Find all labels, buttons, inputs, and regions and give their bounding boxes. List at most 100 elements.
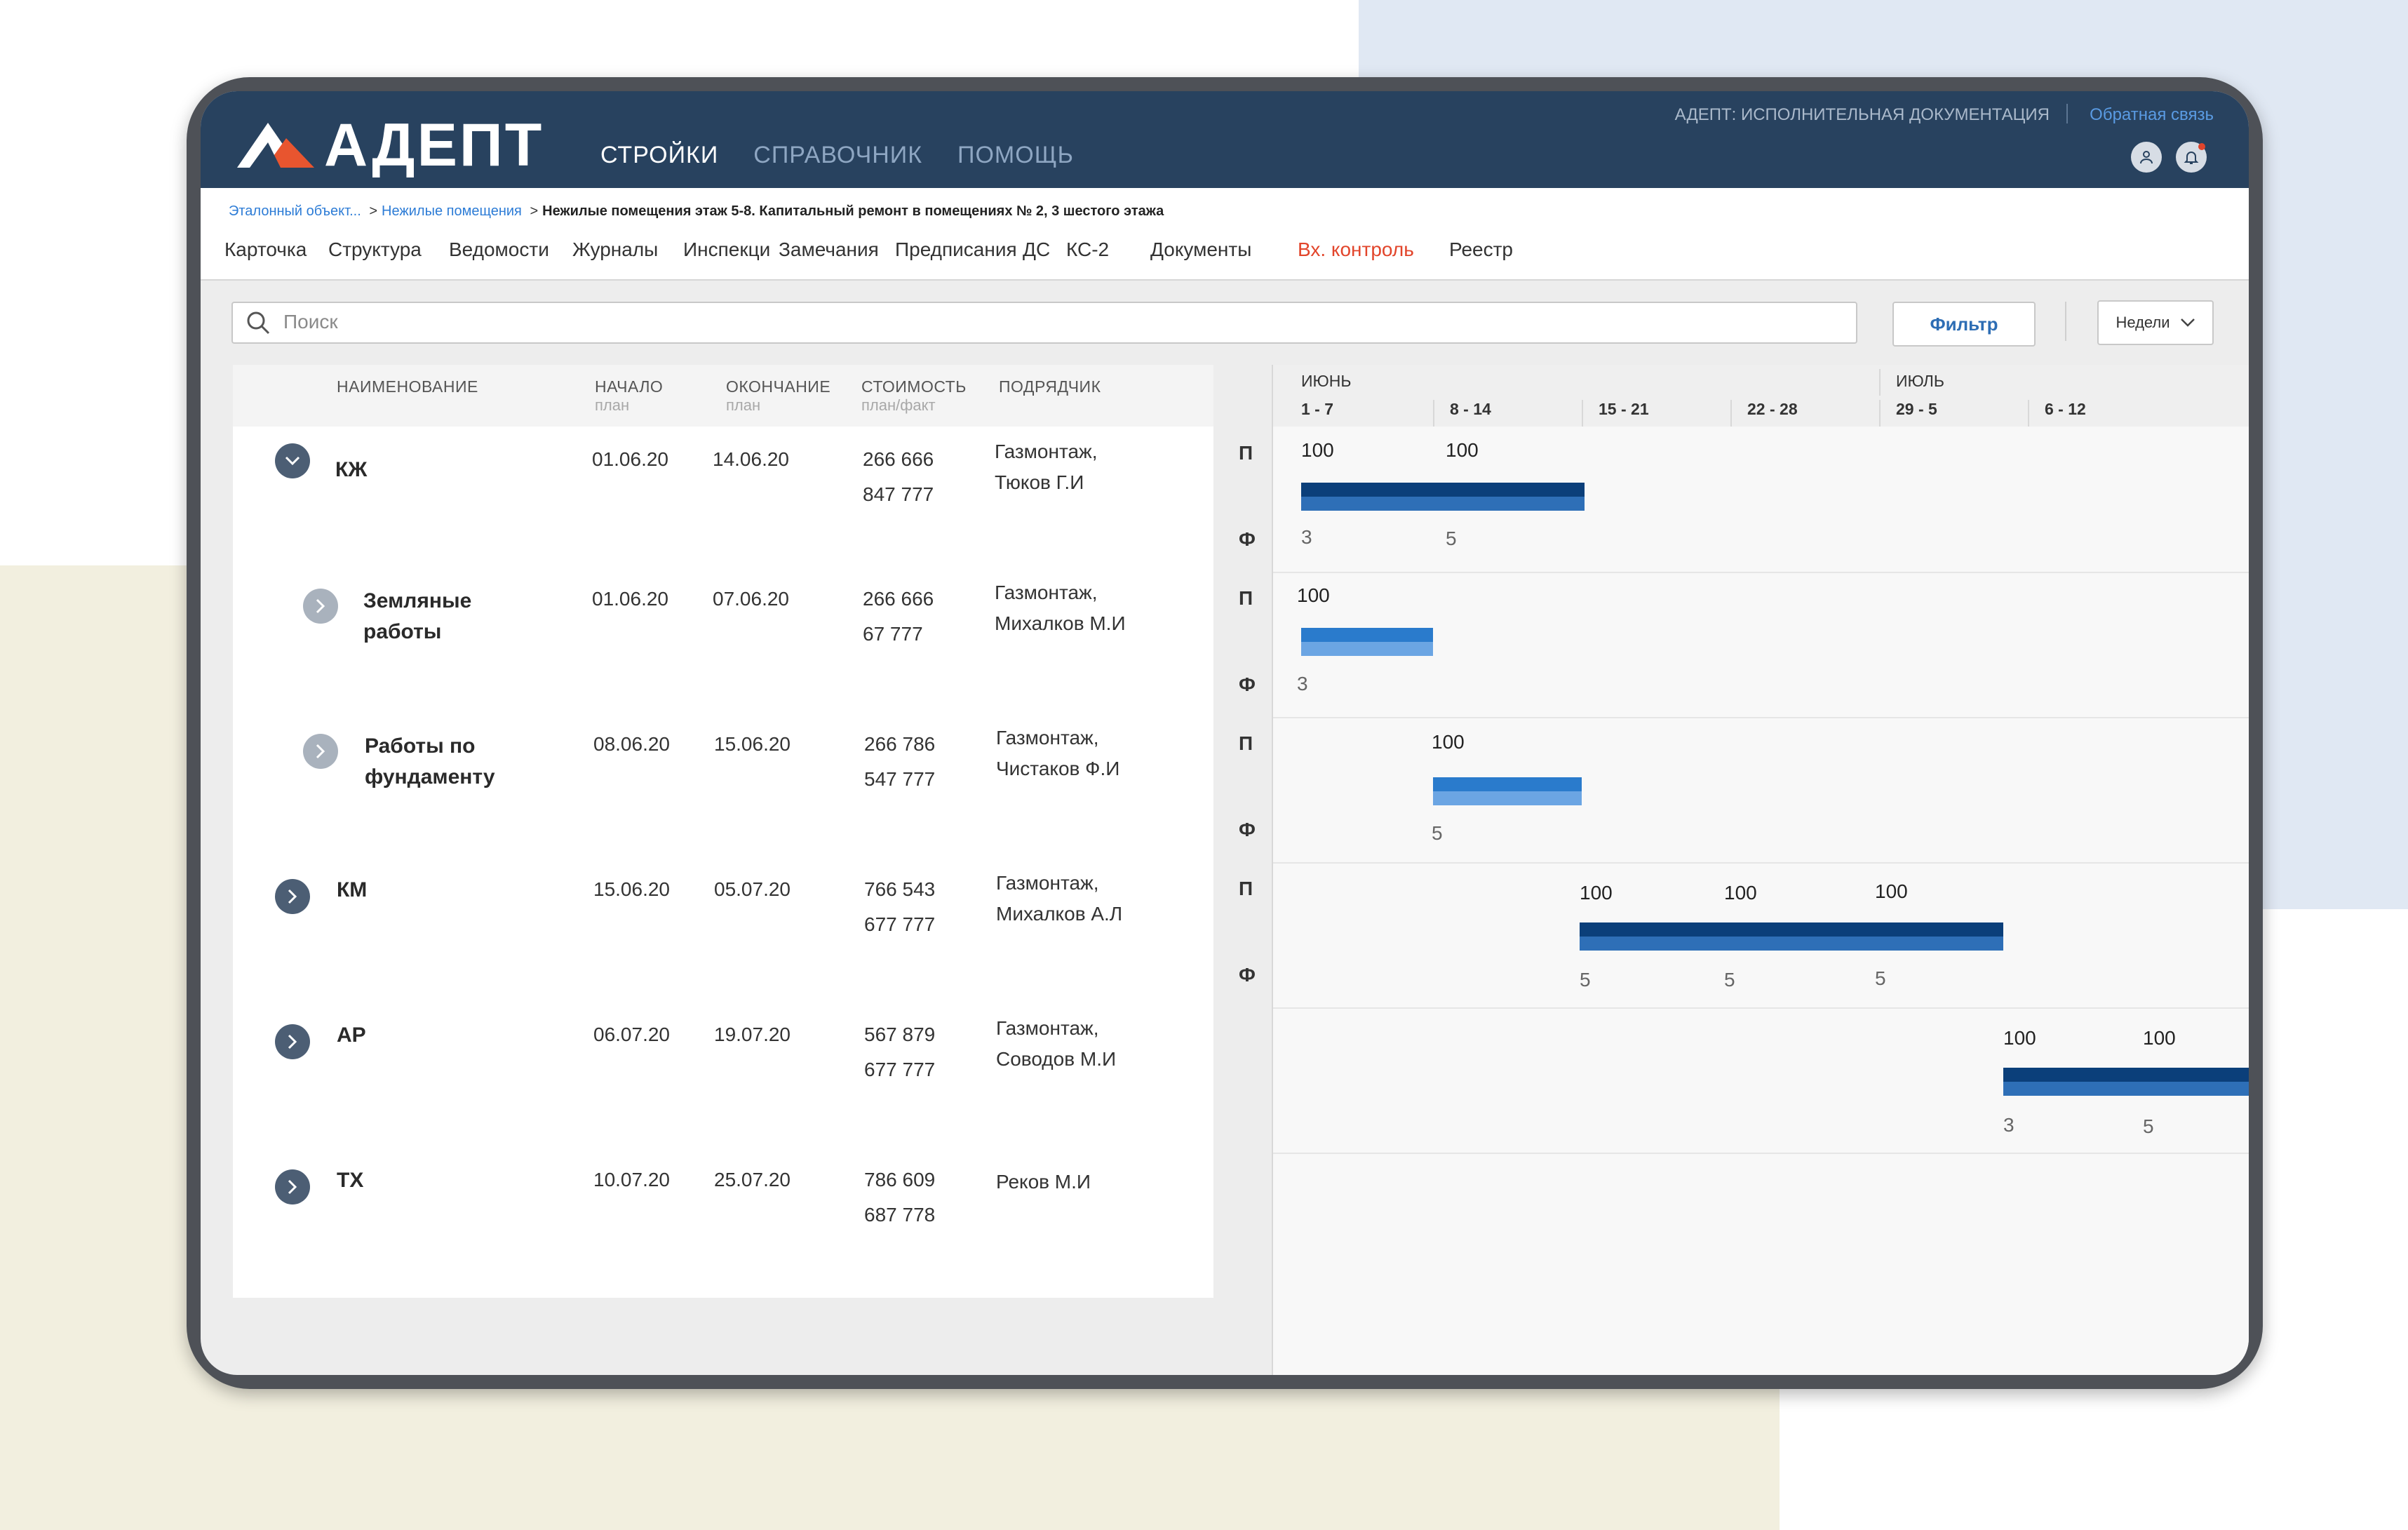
bell-icon[interactable] [2176, 142, 2207, 173]
collapse-toggle[interactable] [275, 443, 310, 478]
period-select[interactable]: Недели [2097, 300, 2214, 345]
tab-zhurnaly[interactable]: Журналы [572, 239, 658, 261]
expand-toggle[interactable] [303, 734, 338, 769]
plan-value: 100 [2143, 1027, 2176, 1049]
column-header-end-sub: план [726, 396, 761, 414]
breadcrumb-item-object[interactable]: Эталонный объект... [229, 203, 361, 219]
gantt-row: 100 100 100 5 5 5 [1273, 862, 2249, 1009]
row-name: Работы по фундаменту [365, 731, 495, 793]
gantt-row: 100 100 3 5 [1273, 1007, 2249, 1154]
gantt-bar[interactable] [1301, 483, 1585, 511]
works-table: НАИМЕНОВАНИЕ НАЧАЛО план ОКОНЧАНИЕ план СТ… [233, 365, 1213, 1298]
fact-label: Ф [1239, 964, 1256, 986]
row-contractor-company: Газмонтаж, [996, 872, 1099, 894]
table-row[interactable]: КЖ 01.06.20 14.06.20 266 666 847 777 Газ… [233, 427, 1213, 573]
row-name: КЖ [335, 455, 367, 485]
gantt-bar[interactable] [2003, 1068, 2249, 1096]
nav-spravochnik[interactable]: СПРАВОЧНИК [753, 142, 922, 169]
plan-value: 100 [1724, 882, 1757, 904]
tab-kartochka[interactable]: Карточка [224, 239, 307, 261]
row-cost-fact: 547 777 [864, 768, 936, 790]
tab-struktura[interactable]: Структура [328, 239, 422, 261]
app-screen: АДЕПТ СТРОЙКИ СПРАВОЧНИК ПОМОЩЬ АДЕПТ: И… [201, 91, 2249, 1375]
tab-dokumenty[interactable]: Документы [1150, 239, 1251, 261]
expand-toggle[interactable] [275, 879, 310, 914]
row-name-line-1: КЖ [335, 458, 368, 481]
nav-stroyki[interactable]: СТРОЙКИ [600, 142, 718, 169]
plan-value: 100 [1432, 731, 1465, 753]
tab-zamechaniya[interactable]: Замечания [779, 239, 879, 261]
logo[interactable]: АДЕПТ [237, 112, 544, 179]
column-header-name[interactable]: НАИМЕНОВАНИЕ [337, 377, 478, 396]
gantt-header: ИЮНЬ ИЮЛЬ 1 - 7 8 - 14 15 - 21 22 - 28 2… [1273, 365, 2249, 427]
table-row[interactable]: ТХ 10.07.20 25.07.20 786 609 687 778 Рек… [233, 1153, 1213, 1298]
filter-button[interactable]: Фильтр [1892, 302, 2036, 347]
tab-reestr[interactable]: Реестр [1449, 239, 1513, 261]
breadcrumb: Эталонный объект... > Нежилые помещения >… [229, 203, 1164, 220]
breadcrumb-separator: > [530, 203, 539, 219]
column-header-end-label: ОКОНЧАНИЕ [726, 377, 831, 396]
row-contractor-company: Газмонтаж, [995, 582, 1098, 603]
expand-toggle[interactable] [303, 589, 338, 624]
week-label: 29 - 5 [1896, 400, 1937, 418]
plan-value: 100 [1875, 880, 1908, 902]
row-cost-fact: 847 777 [863, 483, 934, 505]
gantt-bar[interactable] [1580, 922, 2003, 951]
feedback-link[interactable]: Обратная связь [2090, 105, 2214, 125]
row-end-date: 05.07.20 [714, 878, 791, 900]
week-separator [1879, 400, 1881, 427]
gantt-bar[interactable] [1433, 777, 1582, 805]
search-box [231, 302, 1857, 344]
row-contractor-person: Чистаков Ф.И [996, 758, 1120, 779]
gantt-bar[interactable] [1301, 628, 1433, 656]
row-cost-plan: 786 609 [864, 1169, 936, 1190]
breadcrumb-separator: > [369, 203, 378, 219]
chevron-right-icon [288, 889, 297, 904]
tab-vedomosti[interactable]: Ведомости [449, 239, 549, 261]
expand-toggle[interactable] [275, 1024, 310, 1059]
column-header-contractor[interactable]: ПОДРЯДЧИК [999, 377, 1101, 396]
fact-label: Ф [1239, 528, 1256, 550]
table-row[interactable]: Земляные работы 01.06.20 07.06.20 266 666… [233, 572, 1213, 718]
week-separator [1433, 400, 1434, 427]
table-row[interactable]: КМ 15.06.20 05.07.20 766 543 677 777 Газ… [233, 862, 1213, 1009]
row-contractor-person: Михалков А.Л [996, 903, 1123, 925]
tab-ds[interactable]: ДС [1023, 239, 1050, 261]
column-header-start-sub: план [595, 396, 630, 414]
table-row[interactable]: Работы по фундаменту 08.06.20 15.06.20 26… [233, 717, 1213, 864]
row-cost-plan: 266 666 [863, 588, 934, 610]
plan-label: П [1239, 878, 1253, 899]
tab-ks2[interactable]: КС-2 [1066, 239, 1109, 261]
header-divider [2066, 104, 2068, 123]
row-name-line-1: АР [337, 1024, 366, 1047]
fact-label: Ф [1239, 673, 1256, 695]
chevron-right-icon [316, 598, 325, 614]
expand-toggle[interactable] [275, 1169, 310, 1204]
breadcrumb-item-premises[interactable]: Нежилые помещения [382, 203, 522, 219]
plan-fact-labels: П Ф П Ф П Ф П Ф [1213, 365, 1270, 1375]
week-separator [2028, 400, 2029, 427]
column-header-end[interactable]: ОКОНЧАНИЕ план [726, 377, 830, 415]
tab-inspekcii[interactable]: Инспекци [683, 239, 770, 261]
column-header-cost[interactable]: СТОИМОСТЬ план/факт [861, 377, 967, 415]
nav-pomosch[interactable]: ПОМОЩЬ [957, 142, 1074, 169]
week-label: 8 - 14 [1450, 400, 1491, 418]
month-separator [1879, 369, 1881, 396]
tab-predpisaniya[interactable]: Предписания [895, 239, 1017, 261]
gantt-row: 100 100 3 5 [1273, 427, 2249, 573]
row-start-date: 01.06.20 [592, 448, 668, 470]
week-label: 6 - 12 [2045, 400, 2086, 418]
plan-value: 100 [1297, 584, 1330, 606]
month-label: ИЮЛЬ [1896, 372, 1944, 390]
user-icon[interactable] [2131, 142, 2162, 173]
fact-value: 5 [2143, 1115, 2154, 1137]
chevron-right-icon [288, 1034, 297, 1049]
row-name-line-1: Работы по [365, 734, 476, 758]
search-input[interactable] [282, 307, 1828, 337]
table-row[interactable]: АР 06.07.20 19.07.20 567 879 677 777 Газ… [233, 1007, 1213, 1154]
row-name: ТХ [337, 1165, 363, 1196]
fact-value: 5 [1875, 967, 1886, 989]
column-header-start[interactable]: НАЧАЛО план [595, 377, 663, 415]
logo-text: АДЕПТ [324, 112, 544, 179]
tab-vh-kontrol[interactable]: Вх. контроль [1298, 239, 1414, 261]
